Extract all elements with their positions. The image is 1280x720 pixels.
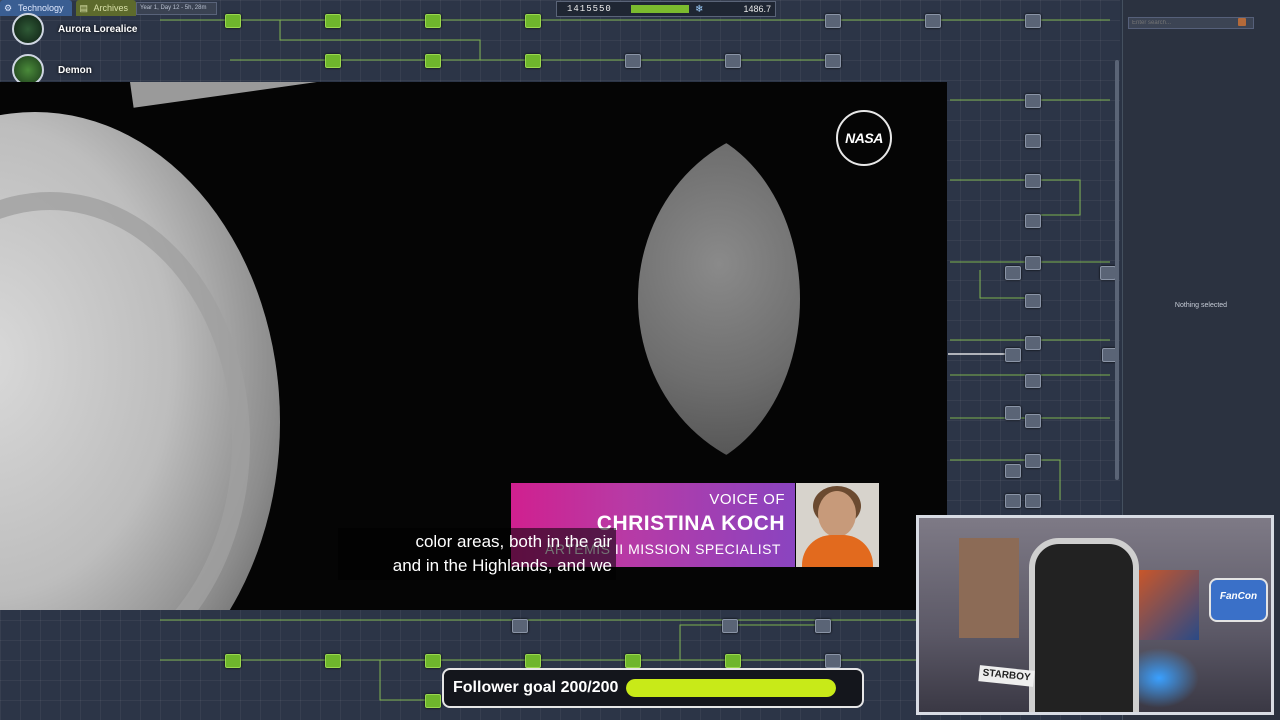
empty-selection-text: Nothing selected xyxy=(1174,302,1228,309)
tech-node[interactable] xyxy=(1025,494,1041,508)
resource-meter xyxy=(631,5,689,13)
tech-node[interactable] xyxy=(1005,266,1021,280)
follower-goal-widget: Follower goal 200/200 xyxy=(442,668,864,708)
tech-node[interactable] xyxy=(815,619,831,633)
wall-sign: FanCon xyxy=(1209,578,1268,622)
nasa-logo: NASA xyxy=(836,110,892,166)
tech-node[interactable] xyxy=(512,619,528,633)
tech-node[interactable] xyxy=(325,54,341,68)
gaming-chair xyxy=(1029,538,1139,712)
tech-node[interactable] xyxy=(425,54,441,68)
tech-node[interactable] xyxy=(625,654,641,668)
tech-node[interactable] xyxy=(725,54,741,68)
tree-scrollbar[interactable] xyxy=(1115,60,1119,480)
tech-node[interactable] xyxy=(1025,134,1041,148)
tech-node[interactable] xyxy=(1025,336,1041,350)
tech-node[interactable] xyxy=(1100,266,1116,280)
tech-node[interactable] xyxy=(1025,454,1041,468)
lower-third-name: CHRISTINA KOCH xyxy=(596,512,785,535)
tech-node[interactable] xyxy=(1005,348,1021,362)
tab-technology-label: Technology xyxy=(18,3,64,13)
tech-node[interactable] xyxy=(925,14,941,28)
tech-node[interactable] xyxy=(1005,464,1021,478)
gear-icon: ⚙ xyxy=(4,3,13,13)
search-input[interactable] xyxy=(1128,17,1254,29)
wall-sign-text: FanCon xyxy=(1219,591,1258,602)
tech-node[interactable] xyxy=(1025,256,1041,270)
tech-node[interactable] xyxy=(1025,214,1041,228)
avatar xyxy=(12,13,44,45)
streamer-name: Demon xyxy=(58,64,92,76)
tech-node[interactable] xyxy=(525,14,541,28)
follower-goal-label: Follower goal 200/200 xyxy=(453,679,619,696)
webcam-overlay: FanCon STARBOY xyxy=(916,515,1274,715)
tech-node[interactable] xyxy=(625,54,641,68)
game-date: Year 1, Day 12 - 5h, 28m xyxy=(136,2,217,15)
tech-node[interactable] xyxy=(325,654,341,668)
follower-goal-fill xyxy=(626,679,837,697)
tech-node[interactable] xyxy=(525,654,541,668)
resource-count: 1415550 xyxy=(567,4,612,14)
tech-node[interactable] xyxy=(425,654,441,668)
caption-line: and in the Highlands, and we xyxy=(392,556,612,575)
streamer-entry: Aurora Lorealice xyxy=(12,13,137,45)
tech-node[interactable] xyxy=(1025,294,1041,308)
spacecraft-arm xyxy=(130,82,342,108)
video-feed: NASA VOICE OF CHRISTINA KOCH ARTEMIS II … xyxy=(0,82,947,610)
tech-node[interactable] xyxy=(825,14,841,28)
tech-node[interactable] xyxy=(425,14,441,28)
tech-node[interactable] xyxy=(1025,414,1041,428)
speaker-portrait xyxy=(796,483,879,567)
tech-node[interactable] xyxy=(325,14,341,28)
tech-node[interactable] xyxy=(825,654,841,668)
follower-goal-track xyxy=(626,679,837,697)
tech-node[interactable] xyxy=(1005,406,1021,420)
streamer-name: Aurora Lorealice xyxy=(58,23,138,35)
tech-node[interactable] xyxy=(425,694,441,708)
archive-icon: ▤ xyxy=(79,3,89,13)
tech-node[interactable] xyxy=(825,54,841,68)
moon-image xyxy=(638,124,800,474)
tech-node[interactable] xyxy=(1025,374,1041,388)
tech-node[interactable] xyxy=(1025,94,1041,108)
tech-node[interactable] xyxy=(225,654,241,668)
tech-node[interactable] xyxy=(722,619,738,633)
tab-archives-label: Archives xyxy=(93,3,129,13)
closed-caption: color areas, both in the air and in the … xyxy=(338,528,616,580)
tech-node[interactable] xyxy=(725,654,741,668)
tech-node[interactable] xyxy=(525,54,541,68)
resource-bar: 1415550 ❄ 1486.7 xyxy=(556,1,776,17)
caption-line: color areas, both in the air xyxy=(415,532,612,551)
tech-node[interactable] xyxy=(1005,494,1021,508)
snowflake-icon: ❄ xyxy=(695,3,704,15)
tech-node[interactable] xyxy=(1025,14,1041,28)
lower-third-voice-of: VOICE OF xyxy=(709,491,785,508)
tech-node[interactable] xyxy=(1025,174,1041,188)
tech-node[interactable] xyxy=(225,14,241,28)
resource-value: 1486.7 xyxy=(743,4,771,14)
nasa-logo-text: NASA xyxy=(845,130,883,146)
search-clear-button[interactable] xyxy=(1238,18,1246,26)
